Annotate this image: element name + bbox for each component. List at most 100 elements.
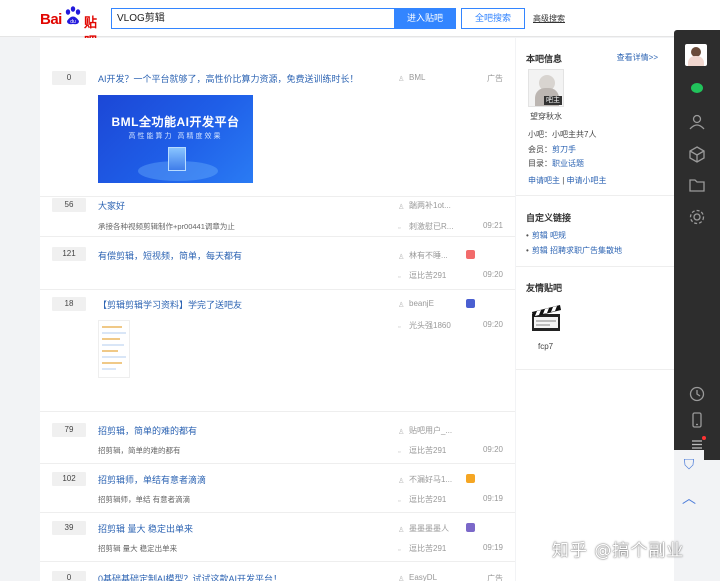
custom-link-item[interactable]: 剪辑 吧规 bbox=[526, 230, 566, 241]
user-icon: ♙ bbox=[398, 576, 405, 581]
reply-time: 09:21 bbox=[482, 221, 503, 230]
thread-author[interactable]: ♙ 踹两补1ot... bbox=[398, 200, 451, 211]
thread-title[interactable]: AI开发？一个平台就够了，高性价比算力资源，免费送训练时长！ bbox=[98, 72, 359, 85]
user-icon[interactable] bbox=[687, 112, 707, 132]
last-replier[interactable]: ▫ 逗比苦291 bbox=[398, 445, 446, 457]
last-replier-name: 逗比苦291 bbox=[409, 544, 447, 553]
owner-name[interactable]: 望穿秋水 bbox=[530, 111, 562, 122]
thread-author[interactable]: ♙ 贴吧用户_... bbox=[398, 425, 452, 436]
last-replier[interactable]: ▫ 逗比苦291 bbox=[398, 494, 446, 506]
thread-author[interactable]: ♙ BML bbox=[398, 73, 425, 83]
thread-abstract: 承接各种视频剪辑制作+pr00441调章为止 bbox=[98, 222, 235, 231]
svg-text:du: du bbox=[70, 19, 76, 25]
reply-count: 18 bbox=[52, 297, 86, 311]
reply-count: 121 bbox=[52, 247, 86, 261]
search-input[interactable]: VLOG剪辑 bbox=[111, 8, 395, 29]
cube-icon[interactable] bbox=[687, 144, 707, 164]
notification-dot bbox=[702, 436, 706, 440]
settings-icon[interactable] bbox=[687, 207, 707, 227]
members-info: 会员：剪刀手 bbox=[528, 144, 576, 155]
thread-author[interactable]: ♙ EasyDL bbox=[398, 573, 437, 581]
thread-title[interactable]: 招剪辑，简单的难的都有 bbox=[98, 424, 197, 437]
comment-icon: ▫ bbox=[398, 324, 401, 331]
baidu-tieba-logo[interactable]: Bai du 贴吧 bbox=[40, 6, 106, 49]
reply-count: 0 bbox=[52, 71, 86, 85]
last-replier[interactable]: ▫ 逗比苦291 bbox=[398, 543, 446, 555]
user-icon: ♙ bbox=[398, 254, 405, 261]
fcp7-forum-icon[interactable] bbox=[529, 300, 563, 334]
zhihu-watermark: 知乎 @搞个副业 bbox=[552, 541, 685, 561]
last-replier-name: 逗比苦291 bbox=[409, 446, 447, 455]
divider bbox=[516, 195, 674, 196]
top-header: Bai du 贴吧 VLOG剪辑 进入贴吧 全吧搜索 高级搜索 bbox=[0, 0, 720, 49]
reply-count: 79 bbox=[52, 423, 86, 437]
thread-row: 102 招剪辑师，单结有意者滴滴 招剪辑师，单结 有意者滴滴 ♙ 不漏好马1...… bbox=[40, 467, 515, 513]
last-replier[interactable]: ▫ 逗比苦291 bbox=[398, 270, 446, 282]
enter-tieba-button[interactable]: 进入贴吧 bbox=[394, 8, 456, 29]
ad-banner-image[interactable]: BML全功能AI开发平台 高性能算力 高精度效果 bbox=[98, 95, 253, 183]
chat-icon[interactable] bbox=[691, 83, 703, 93]
apply-small-owner-link[interactable]: 申请小吧主 bbox=[567, 176, 607, 185]
friend-forum-name[interactable]: fcp7 bbox=[538, 342, 553, 351]
reply-time: 09:20 bbox=[482, 320, 503, 329]
user-icon: ♙ bbox=[398, 478, 405, 485]
paw-icon: du bbox=[65, 6, 81, 25]
thread-title[interactable]: 招剪辑师，单结有意者滴滴 bbox=[98, 473, 206, 486]
apply-owner-link[interactable]: 申请吧主 bbox=[528, 176, 560, 185]
author-name: 贴吧用户_... bbox=[409, 426, 453, 435]
search-all-button[interactable]: 全吧搜索 bbox=[461, 8, 525, 29]
thread-row-ad: 0 AI开发？一个平台就够了，高性价比算力资源，免费送训练时长！ ♙ BML 广告… bbox=[40, 62, 515, 196]
thread-abstract: 招剪辑师，单结 有意者滴滴 bbox=[98, 495, 191, 504]
thread-title[interactable]: 【剪辑剪辑学习资料】学完了送吧友 bbox=[98, 298, 242, 311]
reply-count: 39 bbox=[52, 521, 86, 535]
clock-icon[interactable] bbox=[687, 384, 707, 404]
folder-icon[interactable] bbox=[687, 175, 707, 195]
thread-author[interactable]: ♙ beanjE bbox=[398, 299, 434, 309]
comment-icon: ▫ bbox=[398, 274, 401, 281]
thread-author[interactable]: ♙ 墨墨墨墨人 bbox=[398, 523, 449, 534]
thread-title[interactable]: 大家好 bbox=[98, 199, 125, 212]
thread-row: 121 有偿剪辑，短视频，简单，每天都有 ♙ 林有不睡... ▫ 逗比苦291 09… bbox=[40, 244, 515, 290]
member-badge-icon bbox=[466, 474, 475, 483]
view-details-link[interactable]: 查看详情>> bbox=[617, 52, 658, 63]
divider bbox=[516, 266, 674, 267]
thread-image-thumbnail[interactable] bbox=[98, 320, 130, 378]
reply-time: 09:20 bbox=[482, 445, 503, 454]
reply-count: 102 bbox=[52, 472, 86, 486]
last-replier-name: 逗比苦291 bbox=[409, 495, 447, 504]
members-link[interactable]: 剪刀手 bbox=[552, 145, 576, 154]
catalog-link[interactable]: 职业话题 bbox=[552, 159, 584, 168]
friend-forums-title: 友情贴吧 bbox=[526, 283, 563, 293]
reply-time: 09:19 bbox=[482, 494, 503, 503]
shield-icon[interactable]: ⛉ bbox=[674, 450, 704, 478]
custom-links-title: 自定义链接 bbox=[526, 213, 572, 223]
author-name: BML bbox=[409, 73, 426, 82]
custom-link-item[interactable]: 剪辑 招聘求职广告集散地 bbox=[526, 245, 622, 256]
member-badge-icon bbox=[466, 299, 475, 308]
last-replier-name: 逗比苦291 bbox=[409, 271, 447, 280]
last-replier[interactable]: ▫ 光头强1860 bbox=[398, 320, 451, 332]
thread-title[interactable]: 0基础基础定制AI模型？试试这款AI开发平台！ bbox=[98, 572, 282, 581]
last-replier[interactable]: ▫ 刺激慰已R... bbox=[398, 221, 453, 233]
thread-author[interactable]: ♙ 林有不睡... bbox=[398, 250, 448, 261]
avatar-icon[interactable] bbox=[685, 44, 707, 66]
author-name: 不漏好马1... bbox=[409, 475, 453, 484]
back-to-top-icon[interactable]: ︿ bbox=[674, 484, 704, 512]
advanced-search-link[interactable]: 高级搜索 bbox=[533, 13, 565, 24]
right-toolbar bbox=[674, 30, 720, 460]
author-name: 林有不睡... bbox=[409, 251, 448, 260]
user-icon: ♙ bbox=[398, 429, 405, 436]
last-replier-name: 光头强1860 bbox=[409, 321, 451, 330]
ad-banner-subtitle: 高性能算力 高精度效果 bbox=[128, 133, 223, 140]
last-replier-name: 刺激慰已R... bbox=[409, 222, 454, 231]
thread-abstract: 招剪辑 量大 稳定出单来 bbox=[98, 544, 178, 553]
ad-server-graphic bbox=[168, 147, 186, 171]
thread-title[interactable]: 有偿剪辑，短视频，简单，每天都有 bbox=[98, 249, 242, 262]
author-name: EasyDL bbox=[409, 573, 438, 581]
reply-count: 56 bbox=[52, 198, 86, 212]
phone-icon[interactable] bbox=[687, 410, 707, 430]
thread-author[interactable]: ♙ 不漏好马1... bbox=[398, 474, 452, 485]
comment-icon: ▫ bbox=[398, 449, 401, 456]
thread-title[interactable]: 招剪辑 量大 稳定出单来 bbox=[98, 522, 193, 535]
members-label: 会员： bbox=[528, 145, 552, 154]
